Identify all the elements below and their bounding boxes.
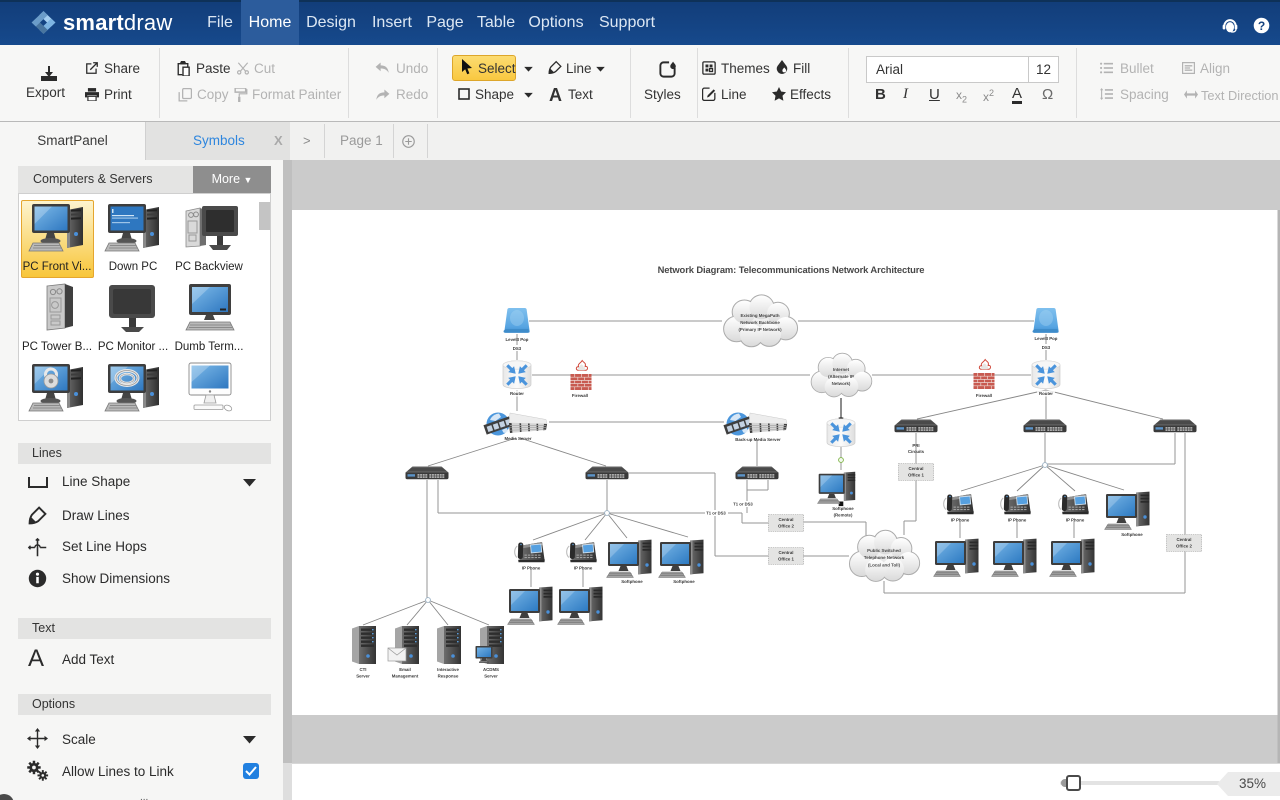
svg-text:Interactive: Interactive (437, 667, 459, 672)
svg-text:Response: Response (438, 674, 459, 679)
svg-text:Softphone: Softphone (832, 506, 854, 511)
svg-text:(Local and Toll): (Local and Toll) (868, 563, 901, 568)
svg-text:Softphone: Softphone (621, 579, 643, 584)
svg-text:Office 1: Office 1 (908, 473, 925, 478)
svg-text:Central: Central (909, 466, 924, 471)
svg-text:(Primary IP Network): (Primary IP Network) (738, 327, 782, 332)
svg-text:CTI: CTI (360, 667, 367, 672)
svg-text:Network Backbone: Network Backbone (740, 320, 780, 325)
svg-text:Office 1: Office 1 (778, 557, 795, 562)
svg-text:Telephone Network: Telephone Network (864, 555, 905, 560)
svg-text:IP Phone: IP Phone (1066, 518, 1085, 523)
svg-text:T1 or DS3: T1 or DS3 (706, 511, 726, 516)
svg-text:Central: Central (779, 517, 794, 522)
svg-text:Network Diagram: Telecommunica: Network Diagram: Telecommunications Netw… (658, 264, 925, 275)
svg-text:Router: Router (1039, 391, 1053, 396)
svg-text:Existing MegaPath: Existing MegaPath (740, 313, 779, 318)
svg-text:Central: Central (779, 550, 794, 555)
svg-text:(Remote): (Remote) (834, 513, 853, 518)
svg-text:ACDMS: ACDMS (483, 667, 499, 672)
svg-text:IP Phone: IP Phone (1008, 518, 1027, 523)
svg-text:Central: Central (1177, 537, 1192, 542)
svg-text:Email: Email (399, 667, 411, 672)
svg-text:Softphone: Softphone (673, 579, 695, 584)
svg-text:Level3 Pop: Level3 Pop (506, 337, 529, 342)
svg-text:DS3: DS3 (513, 346, 522, 351)
svg-text:PRI: PRI (912, 443, 919, 448)
svg-text:Internet: Internet (833, 367, 850, 372)
svg-text:Office 2: Office 2 (778, 524, 795, 529)
svg-text:Level3 Pop: Level3 Pop (1035, 336, 1058, 341)
svg-text:Firewall: Firewall (572, 393, 588, 398)
svg-text:Office 2: Office 2 (1176, 544, 1193, 549)
svg-text:DS3: DS3 (1042, 345, 1051, 350)
svg-text:(Alternate IP: (Alternate IP (828, 374, 854, 379)
svg-text:IP Phone: IP Phone (574, 566, 593, 571)
svg-text:?: ? (1258, 19, 1265, 33)
svg-text:Back-up Media Server: Back-up Media Server (735, 437, 781, 442)
svg-text:Management: Management (392, 674, 419, 679)
svg-text:Firewall: Firewall (976, 393, 992, 398)
svg-text:Server: Server (484, 674, 498, 679)
svg-text:Public Switched: Public Switched (867, 548, 901, 553)
svg-text:IP Phone: IP Phone (522, 566, 541, 571)
svg-text:Router: Router (510, 391, 524, 396)
svg-text:Network): Network) (832, 381, 851, 386)
svg-text:Server: Server (356, 674, 370, 679)
svg-text:Circuits: Circuits (908, 449, 925, 454)
svg-text:T1 or DS3: T1 or DS3 (733, 502, 753, 507)
svg-text:IP Phone: IP Phone (951, 518, 970, 523)
svg-text:Softphone: Softphone (1121, 532, 1143, 537)
svg-text:Media Server: Media Server (504, 436, 531, 441)
